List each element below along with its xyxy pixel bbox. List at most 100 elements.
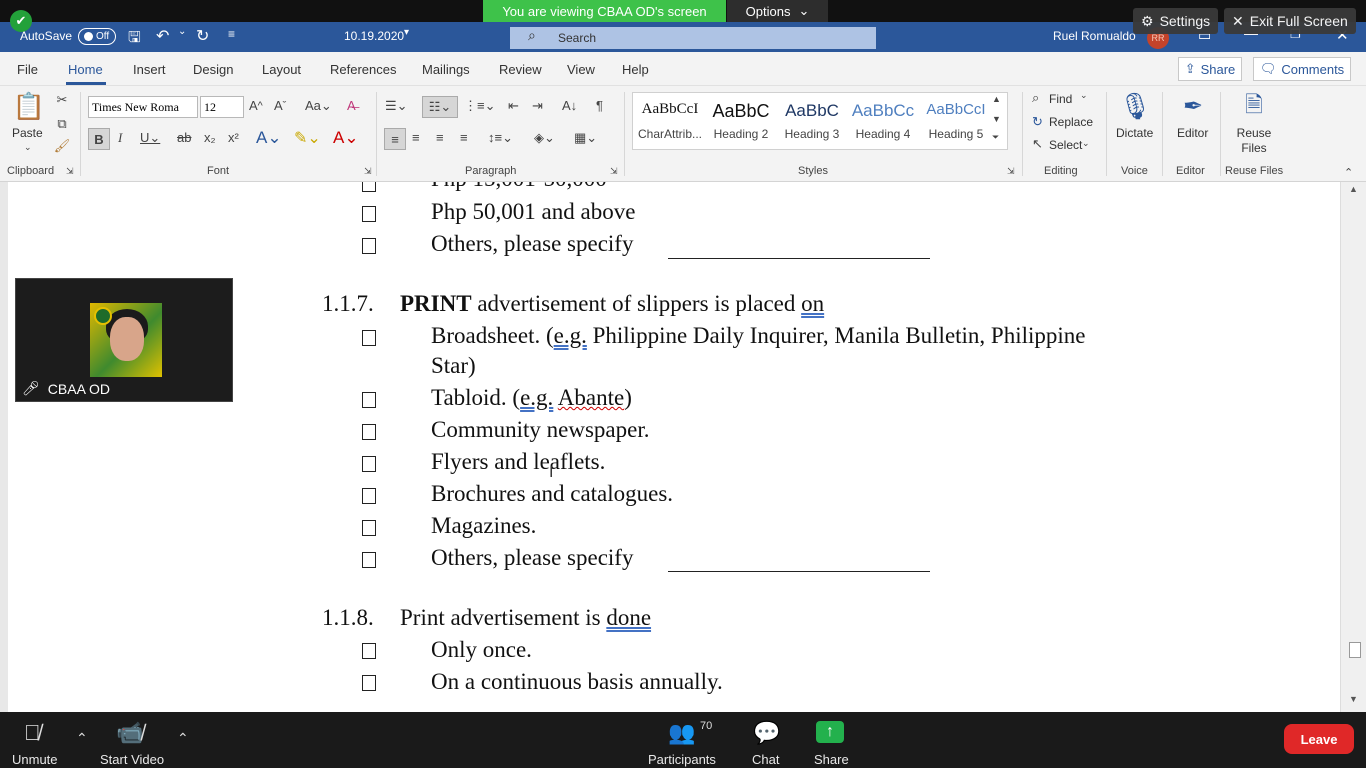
- participants-label[interactable]: Participants: [648, 752, 716, 767]
- settings-button[interactable]: ⚙ Settings: [1133, 8, 1219, 34]
- unmute-label[interactable]: Unmute: [12, 752, 58, 767]
- vertical-scrollbar[interactable]: ▲ ▼: [1340, 182, 1366, 712]
- undo-dropdown-icon[interactable]: ⌄: [178, 26, 186, 37]
- strikethrough-icon[interactable]: ab: [177, 130, 191, 145]
- tab-review[interactable]: Review: [499, 62, 542, 77]
- sort-icon[interactable]: A↓: [562, 98, 577, 113]
- styles-scroll-down-icon[interactable]: ▼: [992, 114, 1001, 124]
- font-color-icon[interactable]: A⌄: [333, 128, 359, 148]
- paste-icon[interactable]: 📋: [13, 90, 45, 122]
- checkbox[interactable]: [362, 552, 376, 568]
- replace-icon[interactable]: ↻: [1032, 114, 1043, 130]
- copy-icon[interactable]: ⧉: [54, 116, 70, 132]
- decrease-indent-icon[interactable]: ⇤: [508, 98, 519, 114]
- paragraph-mark-icon[interactable]: ¶: [596, 98, 603, 113]
- customize-toolbar-icon[interactable]: ≡: [228, 27, 235, 41]
- comments-button[interactable]: 🗨 Comments: [1253, 57, 1351, 81]
- grow-font-icon[interactable]: A ^: [249, 98, 263, 113]
- checkbox[interactable]: [362, 206, 376, 222]
- document-title[interactable]: 10.19.2020: [344, 29, 404, 43]
- tab-insert[interactable]: Insert: [133, 62, 166, 77]
- bullets-icon[interactable]: ☰⌄: [385, 98, 408, 114]
- styles-gallery[interactable]: AaBbCcI CharAttrib... AaBbC Heading 2 AaBb…: [632, 92, 1008, 150]
- chat-label[interactable]: Chat: [752, 752, 779, 767]
- scroll-up-icon[interactable]: ▲: [1349, 184, 1358, 194]
- font-launcher-icon[interactable]: ⇲: [364, 166, 372, 177]
- style-charattrib[interactable]: AaBbCcI CharAttrib...: [635, 101, 705, 141]
- align-right-icon[interactable]: ≡: [436, 130, 444, 145]
- document-canvas[interactable]: Php 15,001-50,000 Php 50,001 and above O…: [0, 182, 1366, 712]
- shrink-font-icon[interactable]: Aˇ: [274, 98, 286, 113]
- multilevel-list-icon[interactable]: ⋮≡⌄: [464, 98, 495, 114]
- checkbox[interactable]: [362, 182, 376, 192]
- checkbox[interactable]: [362, 392, 376, 408]
- change-case-icon[interactable]: Aa⌄: [305, 98, 332, 114]
- reuse-files-icon[interactable]: 🗎: [1240, 92, 1268, 122]
- tab-home[interactable]: Home: [68, 62, 103, 77]
- tab-mailings[interactable]: Mailings: [422, 62, 470, 77]
- search-input[interactable]: Search: [510, 27, 876, 49]
- clear-formatting-icon[interactable]: A̶: [347, 98, 356, 113]
- checkbox[interactable]: [362, 330, 376, 346]
- underline-icon[interactable]: U⌄: [140, 130, 160, 146]
- select-label[interactable]: Select: [1049, 138, 1082, 152]
- share-screen-label[interactable]: Share: [814, 752, 849, 767]
- styles-more-icon[interactable]: ⏷: [992, 132, 999, 143]
- subscript-icon[interactable]: x₂: [204, 130, 216, 145]
- video-options-icon[interactable]: ⌃: [177, 730, 189, 747]
- audio-options-icon[interactable]: ⌃: [76, 730, 88, 747]
- paragraph-launcher-icon[interactable]: ⇲: [610, 166, 618, 177]
- collapse-ribbon-icon[interactable]: ⌃: [1344, 166, 1353, 179]
- align-left-icon[interactable]: ≡: [384, 128, 406, 150]
- text-effects-icon[interactable]: A⌄: [256, 128, 282, 148]
- font-name-select[interactable]: Times New Roma: [88, 96, 198, 118]
- paste-dropdown-icon[interactable]: ⌄: [24, 142, 32, 153]
- checkbox[interactable]: [362, 675, 376, 691]
- reuse-files-label[interactable]: Reuse Files: [1236, 126, 1272, 156]
- user-name[interactable]: Ruel Romualdo: [1053, 29, 1136, 43]
- autosave-toggle[interactable]: Off: [78, 28, 116, 45]
- styles-launcher-icon[interactable]: ⇲: [1007, 166, 1015, 177]
- justify-icon[interactable]: ≡: [460, 130, 468, 145]
- find-label[interactable]: Find: [1049, 92, 1072, 106]
- bold-icon[interactable]: B: [88, 128, 110, 150]
- tab-layout[interactable]: Layout: [262, 62, 301, 77]
- leave-button[interactable]: Leave: [1284, 724, 1354, 754]
- cut-icon[interactable]: ✂: [54, 92, 70, 108]
- checkbox[interactable]: [362, 238, 376, 254]
- increase-indent-icon[interactable]: ⇥: [532, 98, 543, 114]
- video-tile[interactable]: 🎤︎ CBAA OD: [15, 278, 233, 402]
- tab-view[interactable]: View: [567, 62, 595, 77]
- checkbox[interactable]: [362, 520, 376, 536]
- exit-full-screen-button[interactable]: ✕ Exit Full Screen: [1224, 8, 1356, 34]
- checkbox[interactable]: [362, 643, 376, 659]
- paste-label[interactable]: Paste: [12, 126, 43, 140]
- microphone-icon[interactable]: 🎙: [1119, 90, 1152, 122]
- style-heading-4[interactable]: AaBbCc Heading 4: [848, 101, 918, 141]
- shading-icon[interactable]: ◈⌄: [534, 130, 555, 146]
- title-dropdown-icon[interactable]: ▾: [404, 27, 409, 38]
- font-size-select[interactable]: 12: [200, 96, 244, 118]
- checkbox[interactable]: [362, 456, 376, 472]
- share-screen-icon[interactable]: ↑: [816, 721, 844, 743]
- start-video-label[interactable]: Start Video: [100, 752, 164, 767]
- share-button[interactable]: ⇪ Share: [1178, 57, 1242, 81]
- align-center-icon[interactable]: ≡: [412, 130, 420, 145]
- find-dropdown-icon[interactable]: ⌄: [1080, 90, 1088, 101]
- style-heading-5[interactable]: AaBbCcI Heading 5: [921, 101, 991, 141]
- line-spacing-icon[interactable]: ↕≡⌄: [488, 130, 513, 146]
- tab-file[interactable]: File: [17, 62, 38, 77]
- editor-pen-icon[interactable]: ✒: [1178, 90, 1208, 122]
- superscript-icon[interactable]: x²: [228, 130, 239, 145]
- italic-icon[interactable]: I: [118, 130, 122, 146]
- highlight-icon[interactable]: ✎⌄: [294, 128, 321, 148]
- select-dropdown-icon[interactable]: ⌄: [1082, 138, 1090, 149]
- undo-icon[interactable]: ↶: [156, 26, 169, 46]
- tab-help[interactable]: Help: [622, 62, 649, 77]
- participants-icon[interactable]: 👥: [668, 720, 695, 746]
- editor-label[interactable]: Editor: [1177, 126, 1208, 140]
- style-heading-3[interactable]: AaBbC Heading 3: [777, 101, 847, 141]
- save-icon[interactable]: 🖫: [128, 27, 141, 52]
- styles-scroll-up-icon[interactable]: ▲: [992, 94, 1001, 104]
- options-button[interactable]: Options ⌄: [727, 0, 828, 22]
